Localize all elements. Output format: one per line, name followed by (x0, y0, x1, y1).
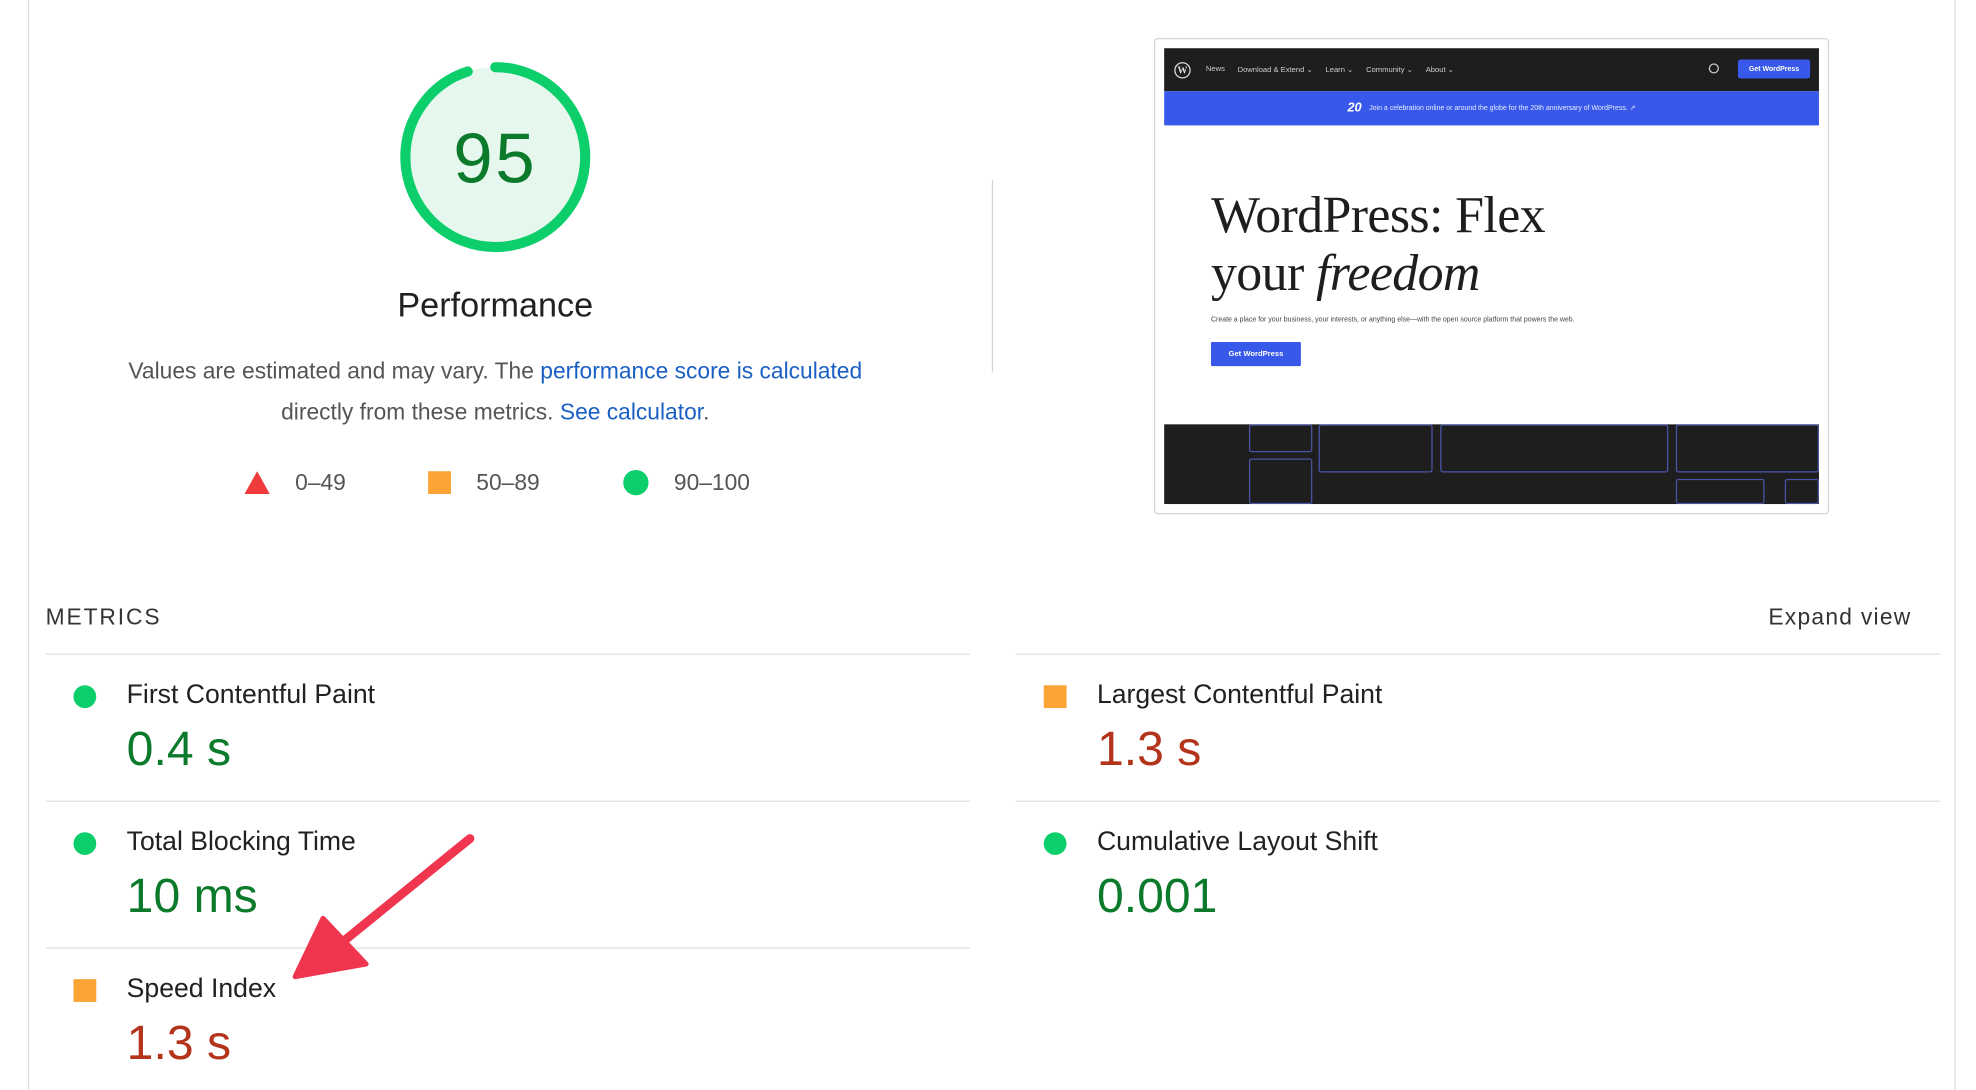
green-circle-icon (1043, 832, 1067, 856)
decorative-box (1675, 424, 1819, 473)
performance-title: Performance (397, 286, 594, 325)
metric-cumulative-layout-shift: Cumulative Layout Shift 0.001 (1016, 802, 1903, 929)
metric-speed-index: Speed Index 1.3 s (46, 949, 933, 1076)
thumbnail-content: W News Download & Extend ⌄ Learn ⌄ Commu… (1164, 48, 1819, 505)
green-circle-icon (73, 832, 97, 856)
orange-square-icon (428, 471, 451, 495)
metric-name: Largest Contentful Paint (1096, 680, 1383, 710)
metric-name: First Contentful Paint (126, 680, 376, 710)
wp-navbar: W News Download & Extend ⌄ Learn ⌄ Commu… (1164, 48, 1819, 92)
legend-range: 0–49 (295, 469, 346, 495)
wp-get-button: Get WordPress (1737, 59, 1811, 79)
red-triangle-icon (244, 471, 270, 495)
green-circle-icon (623, 469, 649, 496)
expand-view-button[interactable]: Expand view (1768, 604, 1911, 631)
metric-largest-contentful-paint: Largest Contentful Paint 1.3 s (1016, 655, 1903, 782)
hero-line-2b: freedom (1315, 243, 1480, 302)
search-icon (1708, 63, 1719, 74)
metric-value: 0.4 s (126, 723, 232, 777)
decorative-box (1318, 424, 1433, 473)
decorative-box (1248, 458, 1313, 505)
metric-first-contentful-paint: First Contentful Paint 0.4 s (46, 655, 933, 782)
banner-number: 20 (1347, 101, 1362, 116)
see-calculator-link[interactable]: See calculator (560, 399, 703, 424)
wp-nav-item: Learn ⌄ (1325, 66, 1354, 75)
wordpress-logo-icon: W (1174, 61, 1191, 78)
performance-score-gauge[interactable]: 95 (395, 57, 595, 257)
metric-value: 1.3 s (1096, 723, 1202, 777)
desc-text-2: directly from these metrics. (281, 399, 560, 425)
metric-total-blocking-time: Total Blocking Time 10 ms (46, 802, 933, 929)
hero-line-2a: your (1210, 243, 1316, 302)
legend-fail: 0–49 (244, 467, 346, 497)
hero-line-1: WordPress: Flex (1210, 184, 1546, 244)
wp-hero-subtitle: Create a place for your business, your i… (1210, 316, 1575, 325)
desc-text-1: Values are estimated and may vary. The (128, 358, 541, 384)
legend-average: 50–89 (428, 467, 540, 497)
score-calculated-link[interactable]: performance score is calculated (540, 358, 862, 383)
desc-text-3: . (703, 399, 710, 425)
wp-anniversary-banner: 20 Join a celebration online or around t… (1164, 91, 1819, 126)
metric-name: Speed Index (126, 974, 277, 1004)
legend-range: 90–100 (673, 469, 750, 495)
metric-name: Cumulative Layout Shift (1096, 827, 1378, 857)
wp-nav-item: Community ⌄ (1366, 66, 1414, 75)
legend-range: 50–89 (476, 469, 540, 495)
wp-nav-item: News (1205, 65, 1225, 74)
metric-value: 10 ms (126, 870, 258, 924)
decorative-box (1675, 478, 1765, 505)
orange-square-icon (1043, 685, 1067, 709)
banner-text: Join a celebration online or around the … (1369, 104, 1636, 113)
wp-nav-item: About ⌄ (1425, 66, 1455, 75)
decorative-box (1784, 478, 1819, 505)
final-screenshot-thumbnail[interactable]: W News Download & Extend ⌄ Learn ⌄ Commu… (1153, 38, 1830, 515)
wp-dark-section (1164, 424, 1819, 505)
score-value: 95 (453, 117, 538, 197)
vertical-divider (991, 179, 994, 373)
pagespeed-report: 95 Performance Values are estimated and … (0, 0, 1976, 1090)
right-border (1954, 0, 1956, 1090)
green-circle-icon (73, 685, 97, 709)
performance-description: Values are estimated and may vary. The p… (76, 351, 915, 432)
orange-square-icon (73, 979, 97, 1002)
decorative-box (1440, 424, 1669, 473)
annotation-arrow-icon (292, 834, 475, 980)
metric-value: 0.001 (1096, 870, 1218, 924)
metric-value: 1.3 s (126, 1017, 232, 1071)
metrics-heading: METRICS (45, 604, 162, 630)
left-border (27, 0, 30, 1090)
legend-pass: 90–100 (623, 467, 750, 497)
wp-hero-title: WordPress: Flex your freedom (1210, 184, 1546, 302)
wp-hero-button: Get WordPress (1210, 342, 1301, 367)
wp-nav-item: Download & Extend ⌄ (1237, 66, 1313, 75)
decorative-box (1248, 424, 1313, 453)
